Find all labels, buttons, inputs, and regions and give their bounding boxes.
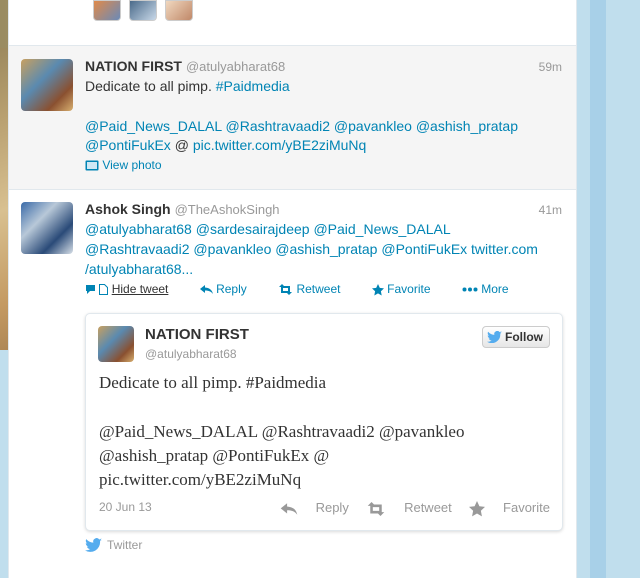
card-retweet-label: Retweet <box>404 500 452 515</box>
photo-icon <box>85 160 99 171</box>
pic-link[interactable]: pic.twitter.com/yBE2ziMuNq <box>193 137 367 153</box>
media-thumbnails <box>93 0 193 21</box>
thumbnail[interactable] <box>165 0 193 21</box>
document-icon <box>99 284 109 296</box>
page-edge <box>590 0 606 578</box>
tweet-actions: Hide tweet Reply Retweet Favorite More <box>85 282 537 296</box>
tweet-nation-first[interactable]: NATION FIRST @atulyabharat68 59m Dedicate… <box>9 45 576 190</box>
tweet-author[interactable]: Ashok Singh @TheAshokSingh <box>85 201 280 217</box>
follow-button[interactable]: Follow <box>482 326 550 348</box>
tweet-time[interactable]: 41m <box>539 203 562 217</box>
hide-tweet-action[interactable]: Hide tweet <box>85 282 186 296</box>
mentions-line[interactable]: @Paid_News_DALAL @Rashtravaadi2 @pavankl… <box>85 116 518 136</box>
tweet-text-plain: Dedicate to all pimp. <box>85 78 212 94</box>
retweet-icon <box>279 284 293 296</box>
author-name[interactable]: NATION FIRST <box>85 58 182 74</box>
at-sign: @ <box>174 137 189 153</box>
card-avatar[interactable] <box>98 326 134 362</box>
mentions-line-2: @PontiFukEx @ pic.twitter.com/yBE2ziMuNq <box>85 135 366 155</box>
more-icon <box>462 287 478 292</box>
card-date[interactable]: 20 Jun 13 <box>99 500 152 514</box>
author-handle[interactable]: @TheAshokSingh <box>175 202 280 217</box>
retweet-label[interactable]: Retweet <box>296 282 340 296</box>
reply-icon <box>199 285 213 295</box>
card-tweet-line-2: @Paid_News_DALAL @Rashtravaadi2 @pavankl… <box>99 422 465 441</box>
view-photo-link[interactable]: View photo <box>85 158 162 172</box>
hide-tweet-label[interactable]: Hide tweet <box>112 282 169 296</box>
star-icon <box>371 283 384 296</box>
embedded-tweet-card[interactable]: NATION FIRST @atulyabharat68 Follow Dedi… <box>85 313 563 531</box>
twitter-bird-icon <box>85 538 102 552</box>
thumbnail[interactable] <box>129 0 157 21</box>
retweet-icon <box>368 501 385 516</box>
reply-icon <box>280 502 298 515</box>
card-tweet-line-3: @ashish_pratap @PontiFukEx @ <box>99 446 330 465</box>
favorite-action[interactable]: Favorite <box>371 282 448 296</box>
star-icon <box>469 500 486 516</box>
timeline-stream: NATION FIRST @atulyabharat68 59m Dedicate… <box>8 0 577 578</box>
thumbnail[interactable] <box>93 0 121 21</box>
avatar[interactable] <box>21 59 73 111</box>
card-reply-action[interactable]: Reply <box>280 500 353 515</box>
tweet-line-2[interactable]: @Rashtravaadi2 @pavankleo @ashish_pratap… <box>85 239 538 259</box>
card-retweet-action[interactable]: Retweet <box>366 500 455 516</box>
follow-label: Follow <box>505 330 543 344</box>
conversation-icon <box>86 285 95 295</box>
card-author-handle[interactable]: @atulyabharat68 <box>145 347 237 361</box>
reply-action[interactable]: Reply <box>199 282 264 296</box>
tweet-author[interactable]: NATION FIRST @atulyabharat68 <box>85 58 285 74</box>
card-tweet-line-1: Dedicate to all pimp. #Paidmedia <box>99 373 327 392</box>
retweet-action[interactable]: Retweet <box>278 282 358 296</box>
card-actions: Reply Retweet Favorite <box>266 500 550 517</box>
tweet-line-3[interactable]: /atulyabharat68... <box>85 259 193 279</box>
reply-label[interactable]: Reply <box>216 282 247 296</box>
card-tweet-line-4[interactable]: pic.twitter.com/yBE2ziMuNq <box>99 468 301 492</box>
favorite-label[interactable]: Favorite <box>387 282 430 296</box>
avatar[interactable] <box>21 202 73 254</box>
twitter-bird-icon <box>487 331 502 343</box>
card-reply-label: Reply <box>315 500 349 515</box>
hashtag-link[interactable]: #Paidmedia <box>216 78 290 94</box>
tweet-time[interactable]: 59m <box>539 60 562 74</box>
card-author-name[interactable]: NATION FIRST <box>145 326 249 343</box>
card-favorite-action[interactable]: Favorite <box>469 500 550 516</box>
via-label: Twitter <box>107 538 143 552</box>
tweet-line-1[interactable]: @atulyabharat68 @sardesairajdeep @Paid_N… <box>85 219 451 239</box>
more-label[interactable]: More <box>481 282 508 296</box>
author-name[interactable]: Ashok Singh <box>85 201 171 217</box>
author-handle[interactable]: @atulyabharat68 <box>186 59 285 74</box>
via-twitter[interactable]: Twitter <box>85 538 142 552</box>
card-favorite-label: Favorite <box>503 500 550 515</box>
mention-link[interactable]: @PontiFukEx <box>85 137 171 153</box>
view-photo-label: View photo <box>102 158 162 172</box>
more-action[interactable]: More <box>462 282 523 296</box>
tweet-text: Dedicate to all pimp. #Paidmedia <box>85 76 290 96</box>
